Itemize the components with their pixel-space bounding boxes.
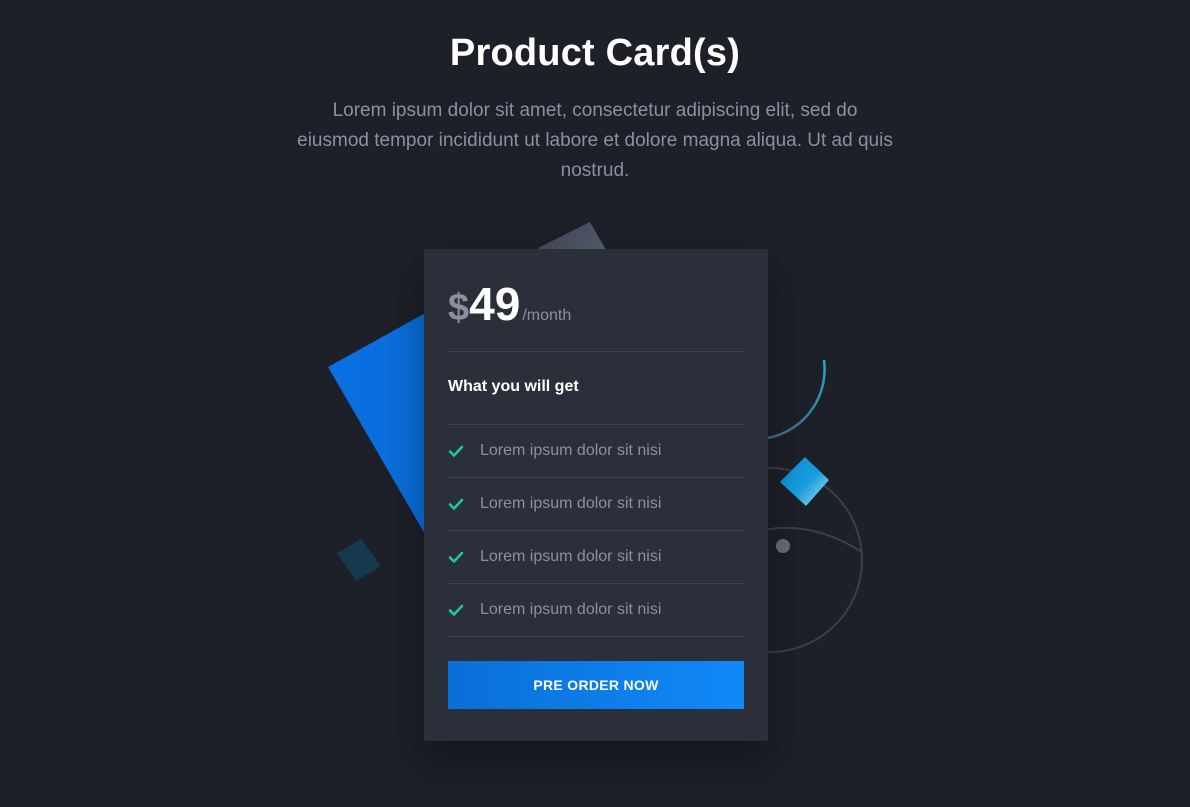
price-amount: 49 — [469, 278, 521, 330]
price-currency: $ — [448, 287, 470, 329]
page-title: Product Card(s) — [449, 32, 741, 74]
page-subtitle: Lorem ipsum dolor sit amet, consectetur … — [297, 100, 893, 181]
pre-order-button[interactable]: PRE ORDER NOW — [448, 661, 744, 709]
page: Product Card(s) Lorem ipsum dolor sit am… — [0, 0, 1190, 807]
diamond-shape — [780, 457, 829, 506]
product-card: $ 49 /month What you will get Lorem ipsu… — [424, 249, 768, 741]
features-heading: What you will get — [448, 378, 579, 395]
check-icon — [448, 551, 464, 563]
price: $ 49 /month — [448, 277, 571, 331]
check-icon — [448, 604, 464, 616]
arc-shape — [767, 359, 826, 440]
feature-item: Lorem ipsum dolor sit nisi — [448, 425, 744, 478]
feature-label: Lorem ipsum dolor sit nisi — [480, 495, 662, 512]
feature-item: Lorem ipsum dolor sit nisi — [448, 478, 744, 531]
feature-label: Lorem ipsum dolor sit nisi — [480, 442, 662, 459]
check-icon — [448, 498, 464, 510]
dot-shape — [776, 539, 790, 553]
feature-label: Lorem ipsum dolor sit nisi — [480, 601, 662, 618]
check-icon — [448, 445, 464, 457]
price-period: /month — [522, 307, 572, 324]
feature-item: Lorem ipsum dolor sit nisi — [448, 531, 744, 584]
divider — [448, 351, 744, 352]
feature-label: Lorem ipsum dolor sit nisi — [480, 548, 662, 565]
teal-square-shape — [337, 539, 381, 581]
feature-list: Lorem ipsum dolor sit nisi Lorem ipsum d… — [448, 425, 744, 637]
feature-item: Lorem ipsum dolor sit nisi — [448, 584, 744, 637]
